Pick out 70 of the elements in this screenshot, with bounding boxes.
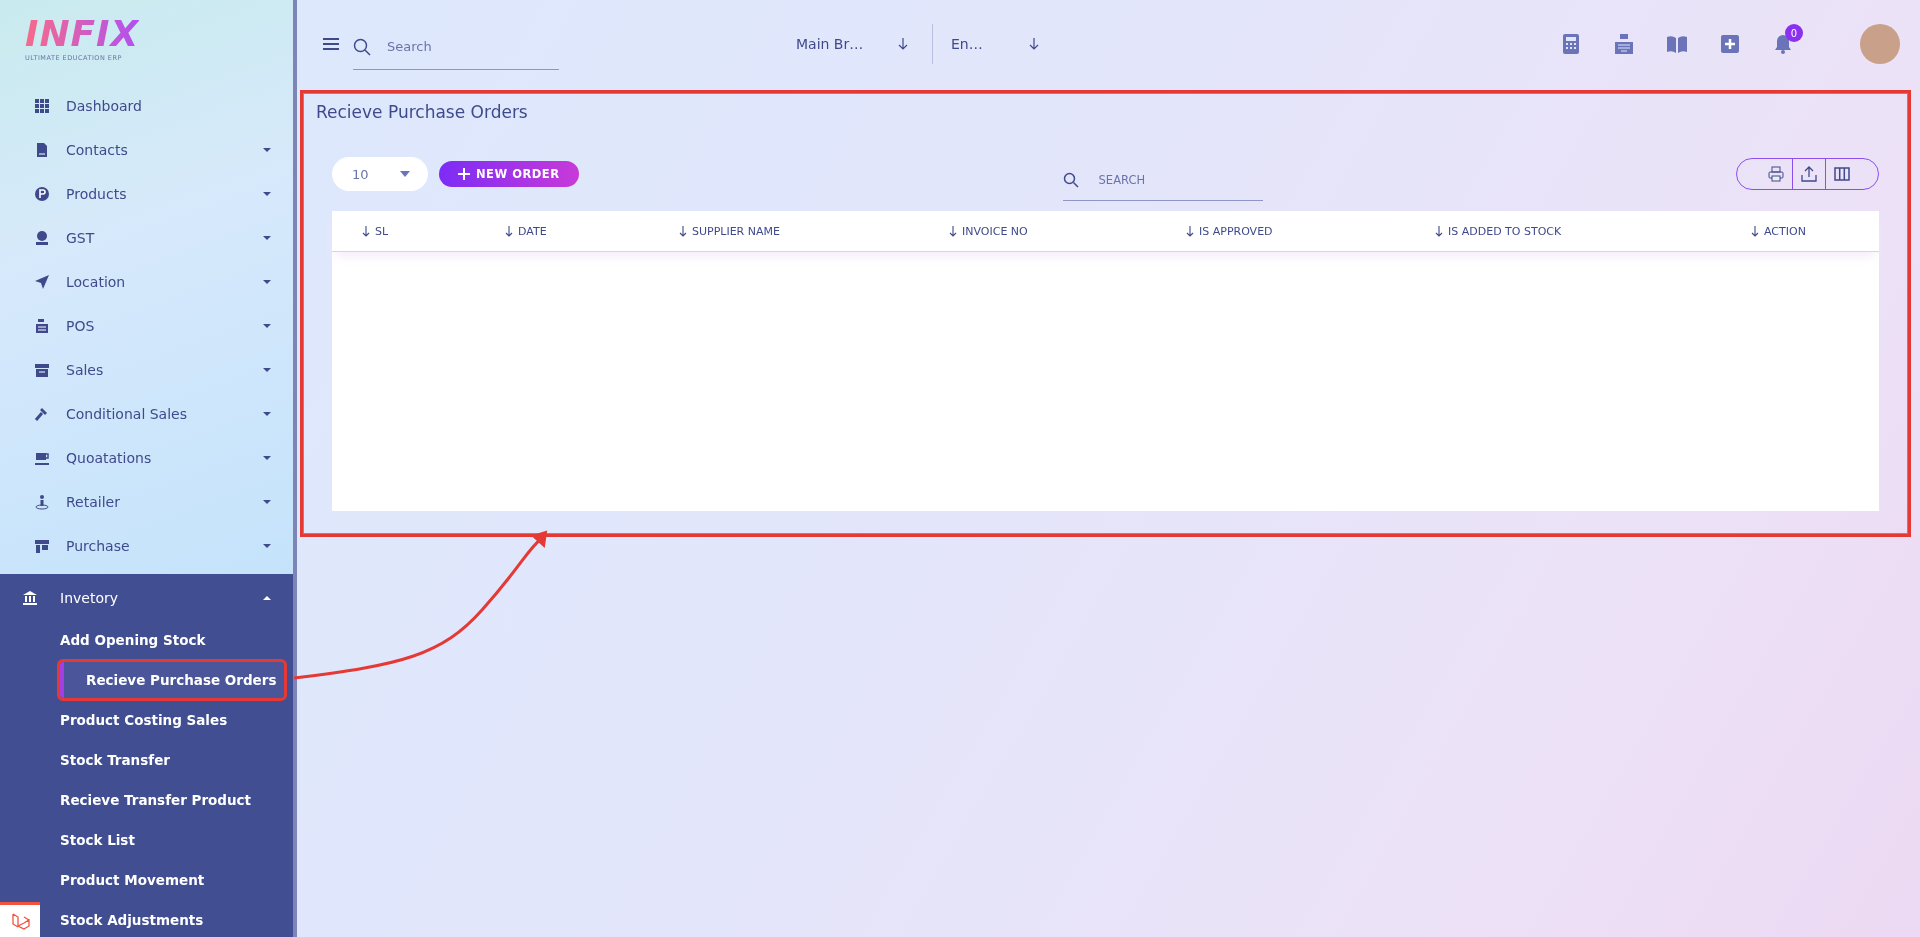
down-arrow-icon bbox=[898, 38, 908, 50]
dropdown[interactable]: En… bbox=[951, 36, 1039, 52]
sort-arrow-icon bbox=[362, 225, 370, 237]
column-header[interactable]: ACTION bbox=[1751, 224, 1879, 238]
sidebar-item[interactable]: Purchase bbox=[0, 524, 293, 568]
column-header[interactable]: SL bbox=[362, 224, 505, 238]
column-header[interactable]: INVOICE NO bbox=[949, 224, 1186, 238]
new-order-button[interactable]: NEW ORDER bbox=[439, 161, 579, 187]
column-header[interactable]: IS APPROVED bbox=[1186, 224, 1435, 238]
search-icon bbox=[1062, 171, 1079, 188]
submenu-item[interactable]: Stock Transfer bbox=[60, 740, 170, 780]
dropdown[interactable]: Main Br… bbox=[796, 36, 908, 52]
sidebar-item[interactable]: Products bbox=[0, 172, 293, 216]
calculator-icon[interactable] bbox=[1561, 34, 1581, 54]
search-field[interactable]: SEARCH bbox=[1096, 171, 1211, 188]
sidebar-item[interactable]: Quoatations bbox=[0, 436, 293, 480]
submenu-item[interactable]: Stock List bbox=[60, 820, 135, 860]
page-size-select[interactable]: 10 bbox=[332, 157, 428, 191]
search-icon bbox=[353, 37, 371, 56]
document-icon bbox=[34, 142, 50, 158]
sort-arrow-icon bbox=[505, 225, 513, 237]
sort-arrow-icon bbox=[1186, 225, 1194, 237]
sidebar-item[interactable]: Retailer bbox=[0, 480, 293, 524]
upload-icon bbox=[1801, 166, 1817, 182]
bell-icon[interactable] bbox=[1773, 34, 1793, 54]
submenu-item[interactable]: Recieve Purchase Orders bbox=[60, 662, 284, 698]
plus-icon bbox=[458, 168, 470, 180]
sidebar-item[interactable]: Conditional Sales bbox=[0, 392, 293, 436]
submenu-item[interactable]: Add Opening Stock bbox=[60, 620, 206, 660]
column-header[interactable]: DATE bbox=[505, 224, 679, 238]
sidebar-item[interactable]: Invetory bbox=[0, 576, 293, 620]
submenu-item[interactable]: Stock Adjustments bbox=[60, 900, 204, 937]
sort-arrow-icon bbox=[949, 225, 957, 237]
plus-square-icon[interactable] bbox=[1720, 34, 1740, 54]
letter-circle-icon bbox=[34, 186, 50, 202]
sidebar-item[interactable]: Location bbox=[0, 260, 293, 304]
sidebar-item[interactable]: Contacts bbox=[0, 128, 293, 172]
page-title: Recieve Purchase Orders bbox=[316, 102, 529, 122]
cup-icon bbox=[34, 450, 50, 466]
print-icon bbox=[1767, 166, 1784, 182]
notification-count: 0 bbox=[1785, 24, 1803, 42]
menu-icon[interactable] bbox=[323, 37, 339, 51]
submenu-item[interactable]: Recieve Transfer Product bbox=[60, 780, 252, 820]
cash-register-icon[interactable] bbox=[1614, 34, 1634, 54]
submenu-item[interactable]: Product Costing Sales bbox=[60, 700, 228, 740]
columns-icon bbox=[1834, 166, 1850, 182]
person-pin-icon bbox=[34, 494, 50, 510]
sidebar-item[interactable]: Dashboard bbox=[0, 84, 293, 128]
sort-arrow-icon bbox=[1751, 225, 1759, 237]
cash-register-icon bbox=[34, 318, 50, 334]
column-header[interactable]: SUPPLIER NAME bbox=[679, 224, 949, 238]
caret-icon bbox=[400, 171, 410, 177]
store-icon bbox=[34, 362, 50, 378]
navigation-arrow-icon bbox=[34, 274, 50, 290]
framework-logo-icon bbox=[0, 902, 40, 937]
submenu-item[interactable]: Product Movement bbox=[60, 860, 205, 900]
down-arrow-icon bbox=[1029, 38, 1039, 50]
gavel-icon bbox=[34, 406, 50, 422]
sort-arrow-icon bbox=[1435, 225, 1443, 237]
sidebar-item[interactable]: Sales bbox=[0, 348, 293, 392]
sidebar-item[interactable]: GST bbox=[0, 216, 293, 260]
search-field[interactable]: Search bbox=[385, 38, 519, 55]
book-icon[interactable] bbox=[1667, 34, 1687, 54]
grid-icon bbox=[34, 98, 50, 114]
column-header[interactable]: IS ADDED TO STOCK bbox=[1435, 224, 1751, 238]
shop-icon bbox=[34, 538, 50, 554]
coin-icon bbox=[34, 230, 50, 246]
sidebar-item[interactable]: POS bbox=[0, 304, 293, 348]
sort-arrow-icon bbox=[679, 225, 687, 237]
bank-icon bbox=[22, 590, 38, 606]
